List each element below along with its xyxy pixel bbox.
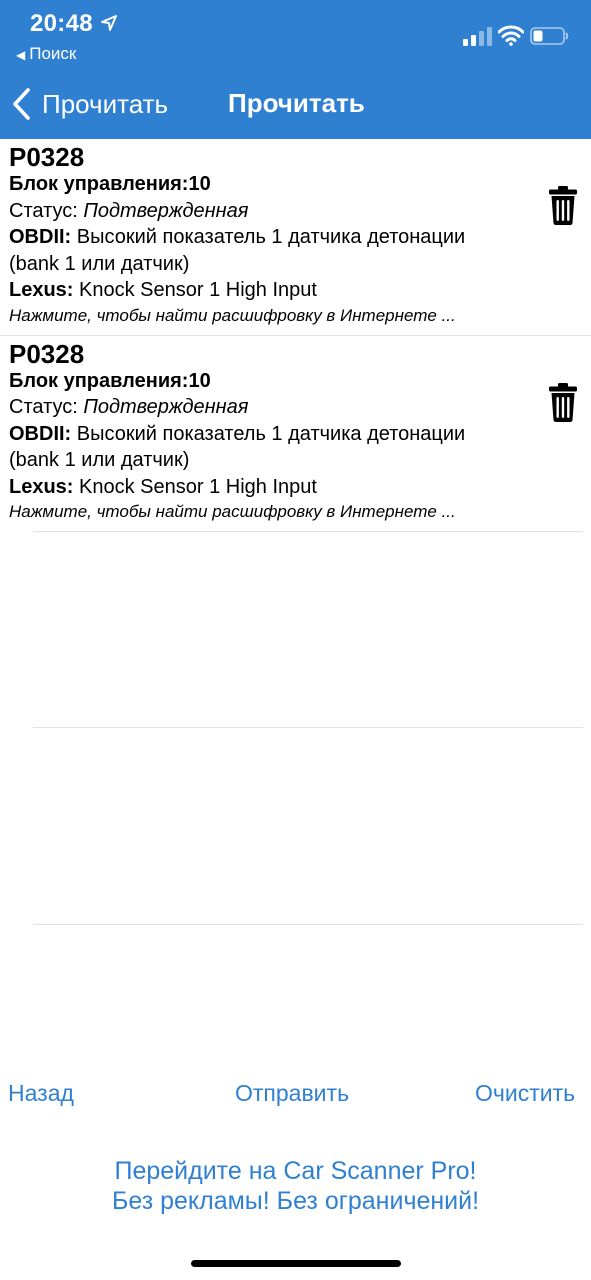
trash-icon[interactable] xyxy=(549,382,577,422)
nav-back-label: Прочитать xyxy=(42,88,169,119)
search-online-hint[interactable]: Нажмите, чтобы найти расшифровку в Интер… xyxy=(9,500,591,524)
dtc-list: P0328 Блок управления:10 Статус: Подтвер… xyxy=(0,139,591,532)
nav-back-button[interactable]: Прочитать xyxy=(10,84,168,124)
page-title: Прочитать xyxy=(228,88,365,118)
location-arrow-icon xyxy=(101,15,117,31)
make-description: Lexus: Knock Sensor 1 High Input xyxy=(9,279,317,301)
pro-upgrade-link[interactable]: Перейдите на Car Scanner Pro! Без реклам… xyxy=(0,1156,591,1216)
obd-description-cont: (bank 1 или датчик) xyxy=(9,449,190,471)
make-description: Lexus: Knock Sensor 1 High Input xyxy=(9,475,317,498)
status-time: 20:48 xyxy=(30,10,93,37)
row-separator xyxy=(33,727,583,728)
status-back-to-app[interactable]: ◀ Поиск xyxy=(16,44,76,64)
dtc-code: P0328 xyxy=(9,142,85,172)
dtc-status: Статус: Подтвержденная xyxy=(9,199,249,222)
row-separator xyxy=(33,924,583,925)
obd-description-cont: (bank 1 или датчик) xyxy=(9,252,190,275)
promo-line-2: Без рекламы! Без ограничений! xyxy=(111,1187,480,1215)
control-unit: Блок управления:10 xyxy=(9,369,211,392)
dtc-code: P0328 xyxy=(9,338,85,369)
action-bar: Назад Отправить Очистить xyxy=(0,1080,591,1110)
top-bar: 20:48 ◀ Поиск Прочитать Прочитать xyxy=(0,0,591,139)
search-online-hint[interactable]: Нажмите, чтобы найти расшифровку в Интер… xyxy=(9,304,591,328)
dtc-status: Статус: Подтвержденная xyxy=(9,396,249,418)
promo-line-1: Перейдите на Car Scanner Pro! xyxy=(114,1157,477,1185)
back-button[interactable]: Назад xyxy=(8,1080,74,1107)
cellular-signal-icon xyxy=(463,27,492,46)
dtc-row[interactable]: P0328 Блок управления:10 Статус: Подтвер… xyxy=(0,139,591,336)
chevron-left-icon xyxy=(13,88,30,120)
home-indicator[interactable] xyxy=(191,1260,401,1267)
battery-icon xyxy=(530,27,569,45)
clear-button[interactable]: Очистить xyxy=(475,1080,575,1107)
obd-description: OBDII: Высокий показатель 1 датчика дето… xyxy=(9,422,466,445)
send-button[interactable]: Отправить xyxy=(235,1080,349,1107)
control-unit: Блок управления:10 xyxy=(9,173,211,195)
trash-icon[interactable] xyxy=(549,185,577,225)
dtc-row[interactable]: P0328 Блок управления:10 Статус: Подтвер… xyxy=(0,336,591,533)
row-separator xyxy=(33,531,583,532)
obd-description: OBDII: Высокий показатель 1 датчика дето… xyxy=(9,226,466,248)
wifi-icon xyxy=(498,25,524,46)
back-triangle-icon: ◀ xyxy=(16,48,26,62)
